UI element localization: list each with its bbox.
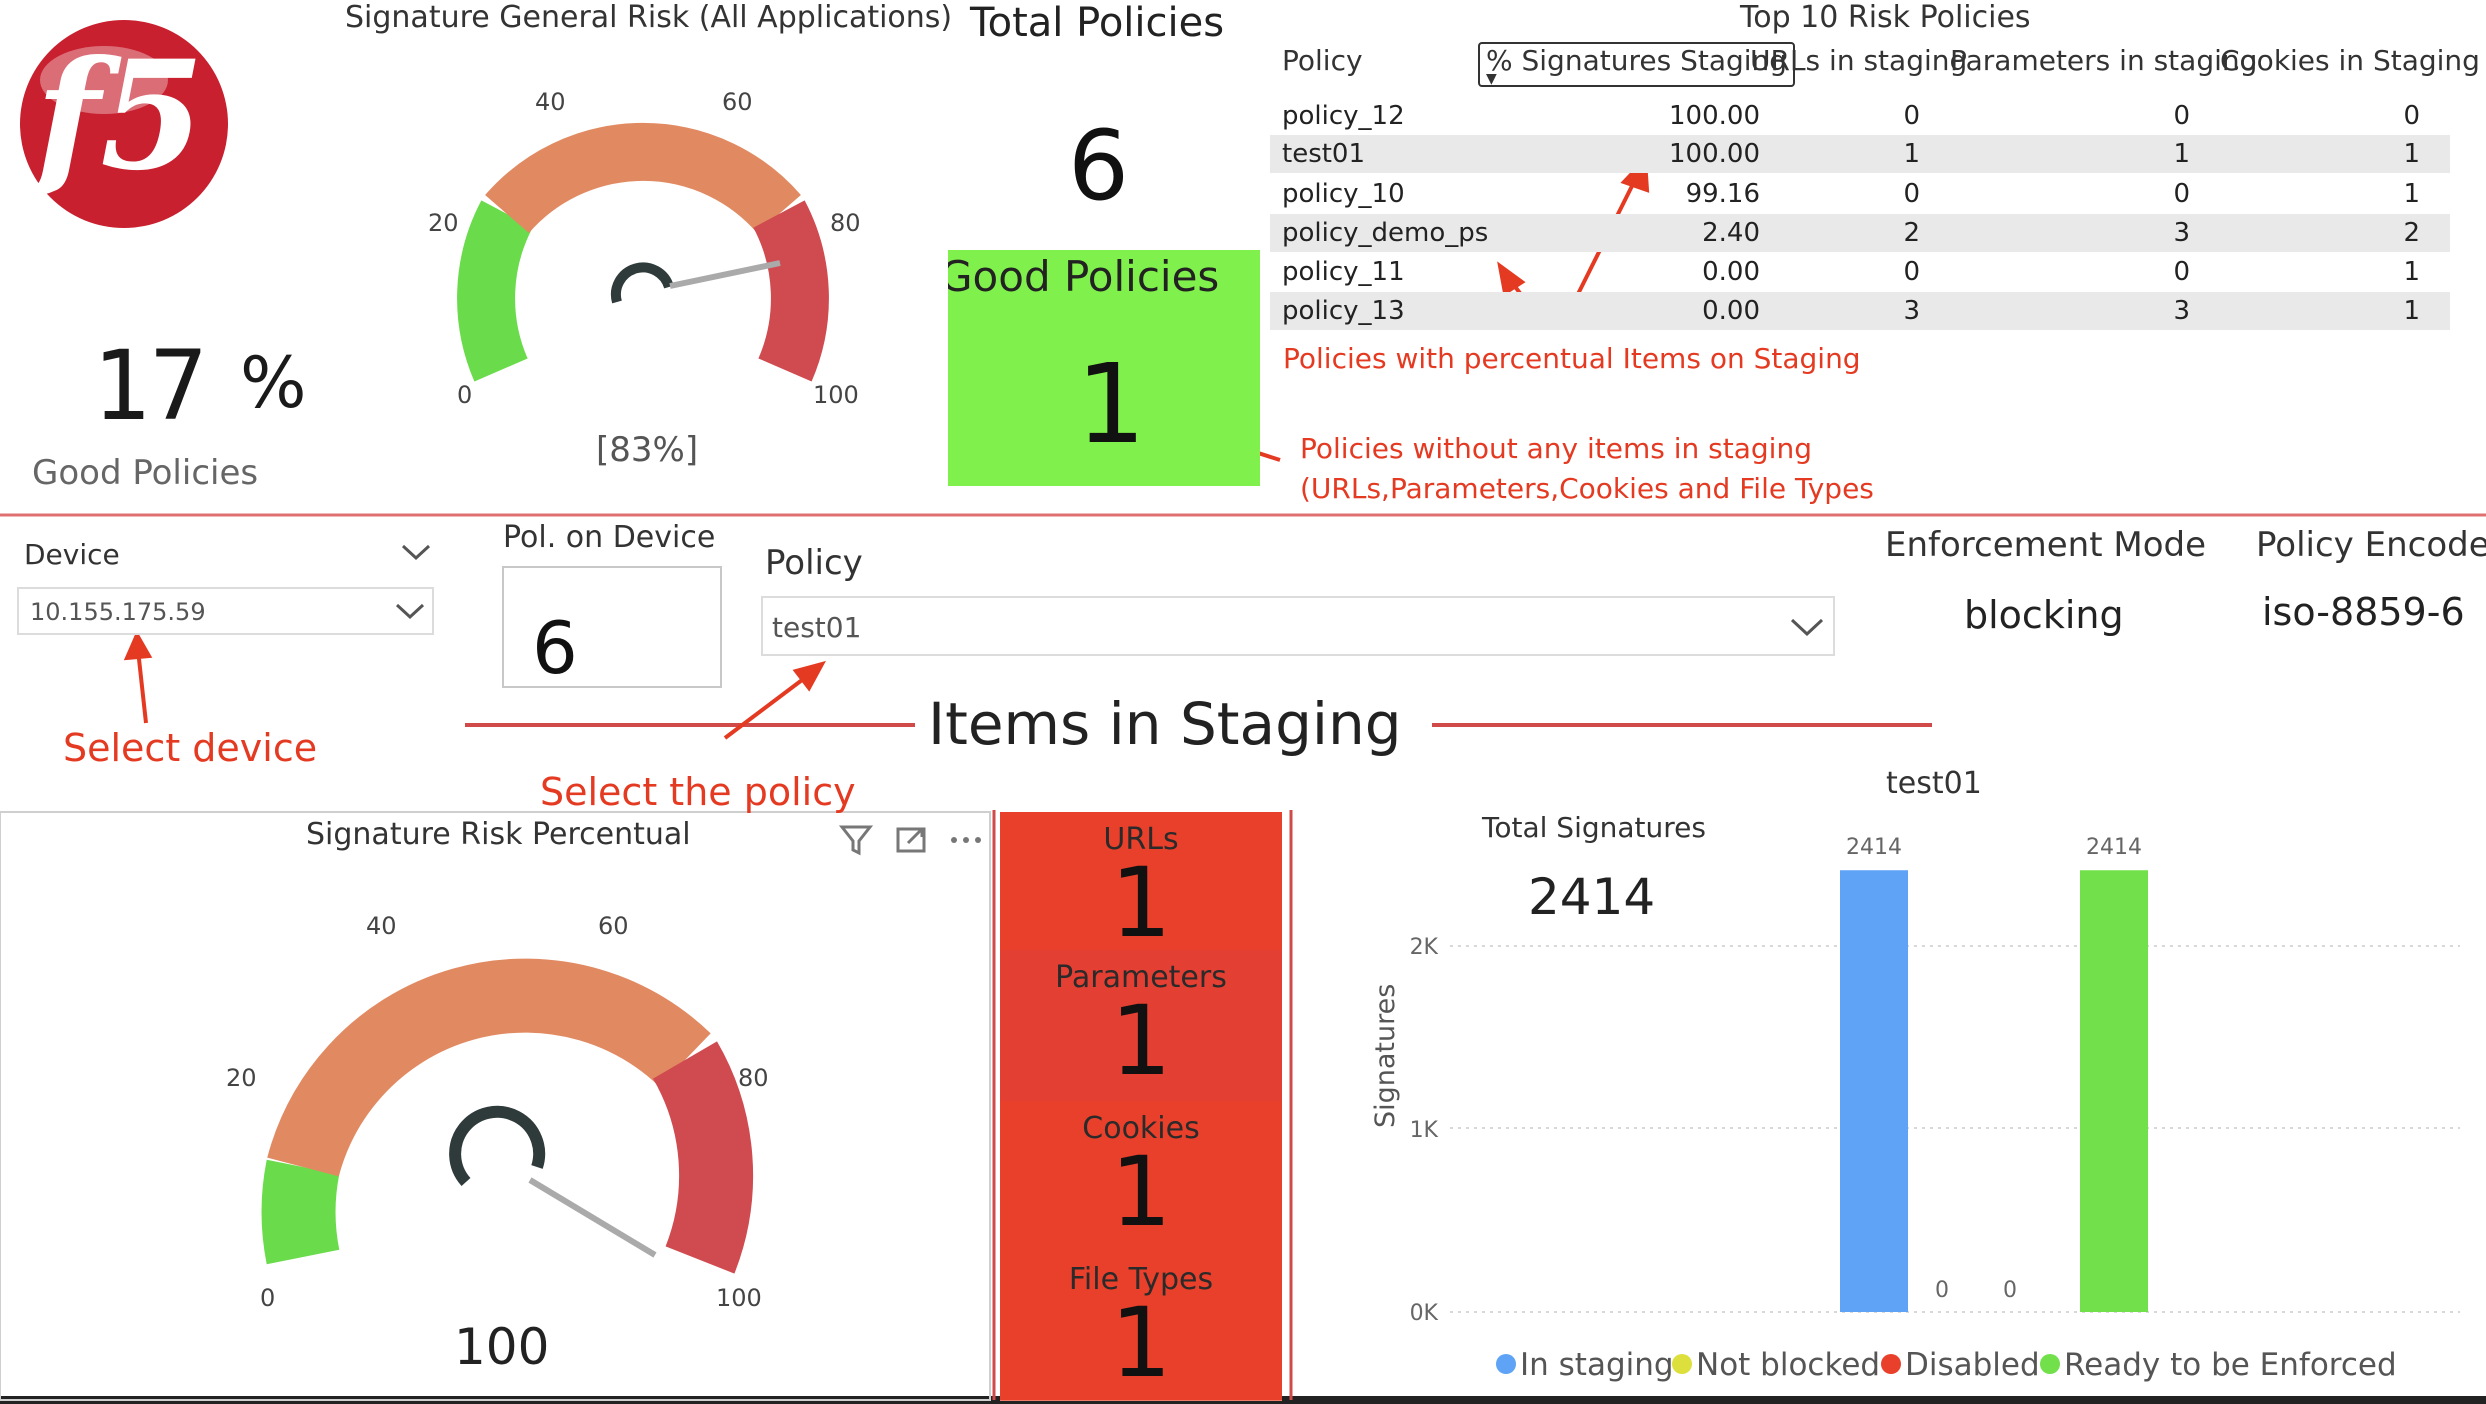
y-tick-label: 0K: [1410, 1301, 1439, 1326]
bar-data-label: 2414: [1846, 835, 1902, 860]
legend-disabled[interactable]: Disabled: [1881, 1347, 2040, 1383]
legend-ready-to-be-enforced[interactable]: Ready to be Enforced: [2040, 1347, 2397, 1383]
signatures-bar-chart: 2414 2414 0 0 0K 1K 2K: [1410, 835, 2148, 1326]
bar-in-staging[interactable]: [1840, 870, 1908, 1312]
legend-not-blocked[interactable]: Not blocked: [1672, 1347, 1880, 1383]
bar-zero-label: 0: [1935, 1278, 1949, 1303]
bar-data-label: 2414: [2086, 835, 2142, 860]
legend-in-staging[interactable]: In staging: [1496, 1347, 1674, 1383]
bar-zero-label: 0: [2003, 1278, 2017, 1303]
y-tick-label: 2K: [1410, 935, 1439, 960]
bar-ready-to-be-enforced[interactable]: [2080, 870, 2148, 1312]
y-tick-label: 1K: [1410, 1118, 1439, 1143]
